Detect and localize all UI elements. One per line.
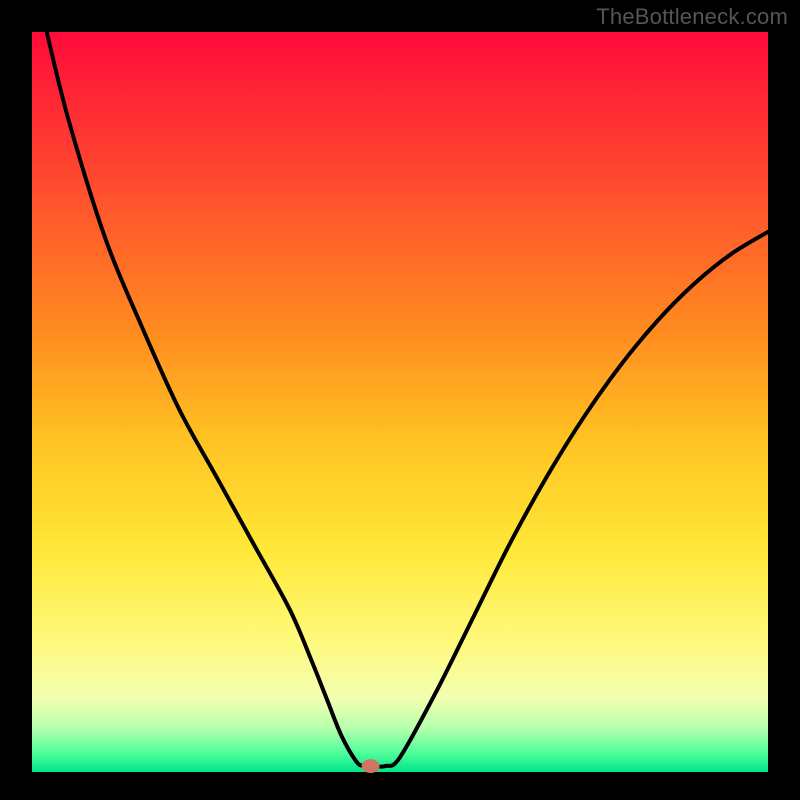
chart-svg — [0, 0, 800, 800]
watermark-text: TheBottleneck.com — [596, 4, 788, 30]
bottleneck-chart: TheBottleneck.com — [0, 0, 800, 800]
plot-background — [32, 32, 768, 772]
optimal-point-marker — [362, 759, 380, 773]
